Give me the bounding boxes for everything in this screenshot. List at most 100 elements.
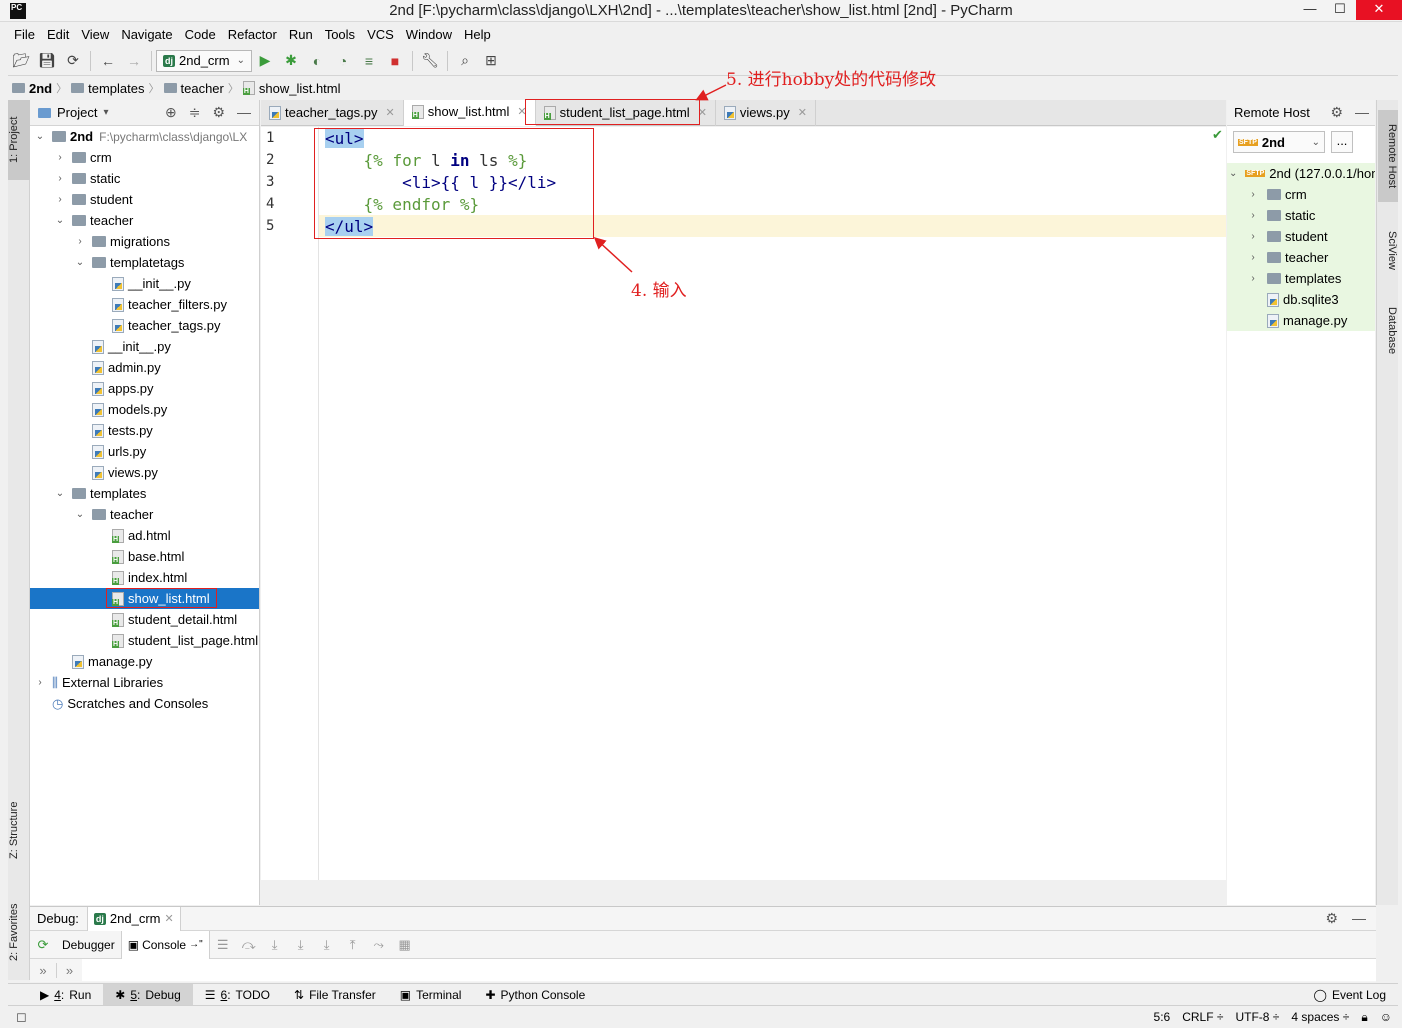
event-log-button[interactable]: ◯ Event Log: [1302, 984, 1398, 1006]
tool-window-colon: :: [227, 987, 231, 1002]
tool-window-number: 5: [130, 987, 138, 1002]
chevron-down-icon: ⌄: [1229, 168, 1238, 179]
remote-host-panel: Remote Host ⚙ — SFTP 2nd ⌄ ... ⌄ SFTP 2nd…: [1227, 100, 1375, 905]
expand-icon[interactable]: »: [30, 963, 56, 978]
tool-window-bar: ▶ 4: Run ✱ 5: Debug ☰ 6: TODO ⇅ File Transfer ▣ Term…: [8, 983, 1398, 1006]
remote-tree-item[interactable]: manage.py: [1227, 310, 1375, 331]
tool-window-icon: ✚: [485, 987, 496, 1002]
status-bar: ◻ 5:6 CRLF ÷ UTF-8 ÷ 4 spaces ÷ 🔒︎ ☺: [8, 1005, 1398, 1028]
force-step-into-icon[interactable]: ⤓: [314, 932, 340, 958]
rerun-icon[interactable]: ⟳: [30, 932, 56, 958]
close-icon[interactable]: ✕: [165, 912, 174, 925]
tool-window-icon: ☰: [204, 987, 216, 1002]
debug-console-row: » »: [30, 959, 1376, 981]
tool-window-number: 6: [220, 987, 228, 1002]
gear-icon[interactable]: ⚙: [1330, 104, 1343, 121]
tool-window-list: ▶ 4: Run ✱ 5: Debug ☰ 6: TODO ⇅ File Transfer ▣ Term…: [8, 983, 597, 1006]
tab-console[interactable]: ▣ Console →": [121, 930, 210, 959]
tool-window-run[interactable]: ▶ 4: Run: [28, 984, 103, 1006]
step-out-icon[interactable]: ⤒: [340, 932, 366, 958]
remote-host-header: Remote Host ⚙ —: [1227, 100, 1375, 126]
python-file-icon: [1267, 313, 1279, 328]
sftp-icon: SFTP: [1245, 170, 1266, 177]
tool-window-label: Python Console: [500, 987, 586, 1002]
remote-tree-item[interactable]: › templates: [1227, 268, 1375, 289]
panel-toggle-icon[interactable]: ◻: [8, 1009, 27, 1025]
tool-window-label: TODO: [235, 987, 270, 1002]
remote-tree-item-label: manage.py: [1283, 313, 1348, 328]
debug-tab-bar: ⟳ Debugger ▣ Console →" ☰ ⤼ ⤓ ⤓ ⤓ ⤒ ⤳ ▦: [30, 930, 1376, 959]
tool-window-number: 4: [54, 987, 61, 1002]
debug-panel: Debug: dj 2nd_crm ✕ ⚙ — ⟳ Debugger ▣ Conso…: [30, 906, 1376, 982]
evaluate-icon[interactable]: ▦: [392, 932, 418, 958]
console-output[interactable]: [82, 959, 1376, 981]
folder-icon: [1267, 189, 1281, 200]
tool-window-icon: ▣: [399, 987, 412, 1002]
tool-window-python-console[interactable]: ✚ Python Console: [473, 984, 597, 1006]
chevron-right-icon[interactable]: ›: [1247, 252, 1259, 263]
chevron-right-icon[interactable]: ›: [1247, 273, 1259, 284]
tool-window-icon: ⇅: [294, 987, 305, 1002]
tool-window-file-transfer[interactable]: ⇅ File Transfer: [282, 984, 388, 1006]
chevron-down-icon: ⌄: [1311, 136, 1320, 148]
remote-tree-item[interactable]: › crm: [1227, 184, 1375, 205]
step-into-my-code-icon[interactable]: ⤓: [288, 932, 314, 958]
server-select[interactable]: SFTP 2nd ⌄: [1233, 131, 1325, 153]
cursor-position[interactable]: 5:6: [1148, 1010, 1177, 1024]
run-to-cursor-icon[interactable]: ⤳: [366, 932, 392, 958]
tool-window-colon: :: [137, 987, 141, 1002]
tool-window-icon: ▶: [40, 987, 50, 1002]
tab-remote-host[interactable]: Remote Host: [1378, 110, 1398, 202]
annotation-step4: 4. 输入: [631, 281, 687, 301]
remote-tree-item-label: student: [1285, 229, 1328, 244]
remote-root-row[interactable]: ⌄ SFTP 2nd (127.0.0.1/hom: [1227, 163, 1375, 184]
right-tool-strip: Remote Host SciView Database: [1376, 100, 1398, 905]
more-button[interactable]: ...: [1331, 131, 1353, 153]
chevron-right-icon[interactable]: ›: [1247, 189, 1259, 200]
gear-icon[interactable]: ⚙: [1325, 910, 1338, 927]
chevron-right-icon[interactable]: ›: [1247, 231, 1259, 242]
tab-debugger[interactable]: Debugger: [56, 930, 122, 959]
chevron-right-icon[interactable]: ›: [1247, 210, 1259, 221]
server-select-row: SFTP 2nd ⌄ ...: [1227, 126, 1375, 158]
tab-sciview[interactable]: SciView: [1378, 220, 1398, 280]
tool-window-terminal[interactable]: ▣ Terminal: [388, 984, 474, 1006]
tab-database[interactable]: Database: [1378, 296, 1398, 366]
tool-window-todo[interactable]: ☰ 6: TODO: [193, 984, 282, 1006]
annotation-arrows: [593, 84, 727, 273]
lock-icon[interactable]: 🔒︎: [1355, 1010, 1373, 1025]
django-icon: dj: [93, 912, 106, 925]
indent-setting[interactable]: 4 spaces ÷: [1285, 1010, 1355, 1024]
remote-tree-item[interactable]: › teacher: [1227, 247, 1375, 268]
remote-tree-item[interactable]: db.sqlite3: [1227, 289, 1375, 310]
debug-session-tab[interactable]: dj 2nd_crm ✕: [86, 906, 181, 931]
hide-panel-icon[interactable]: —: [1352, 910, 1366, 927]
remote-tree-item-label: db.sqlite3: [1283, 292, 1339, 307]
tool-window-label: Debug: [145, 987, 181, 1002]
remote-tree-item-label: static: [1285, 208, 1316, 223]
remote-root-label: 2nd (127.0.0.1/hom: [1269, 166, 1375, 181]
server-label: 2nd: [1261, 134, 1286, 150]
inspector-icon[interactable]: ☺: [1374, 1010, 1398, 1024]
remote-tree-item[interactable]: › static: [1227, 205, 1375, 226]
remote-tree-item[interactable]: › student: [1227, 226, 1375, 247]
debug-label: Debug:: [37, 911, 79, 926]
folder-icon: [1267, 210, 1281, 221]
step-over-icon[interactable]: ⤼: [236, 932, 262, 958]
console-icon: ▣: [127, 937, 140, 952]
remote-tree-item-label: crm: [1285, 187, 1307, 202]
step-into-icon[interactable]: ⤓: [262, 932, 288, 958]
debug-header: Debug: dj 2nd_crm ✕ ⚙ —: [30, 906, 1376, 931]
threads-icon[interactable]: ☰: [210, 932, 236, 958]
tool-window-debug[interactable]: ✱ 5: Debug: [103, 983, 193, 1006]
tool-window-colon: :: [60, 987, 65, 1002]
folder-icon: [1267, 273, 1281, 284]
remote-host-title: Remote Host: [1234, 105, 1310, 120]
remote-tree-item-label: templates: [1285, 271, 1342, 286]
event-log-icon: ◯: [1313, 987, 1327, 1002]
pin-icon: →": [189, 939, 203, 950]
tool-window-label: Run: [69, 987, 92, 1002]
line-separator[interactable]: CRLF ÷: [1176, 1010, 1229, 1024]
file-encoding[interactable]: UTF-8 ÷: [1229, 1010, 1285, 1024]
hide-panel-icon[interactable]: —: [1355, 104, 1369, 121]
